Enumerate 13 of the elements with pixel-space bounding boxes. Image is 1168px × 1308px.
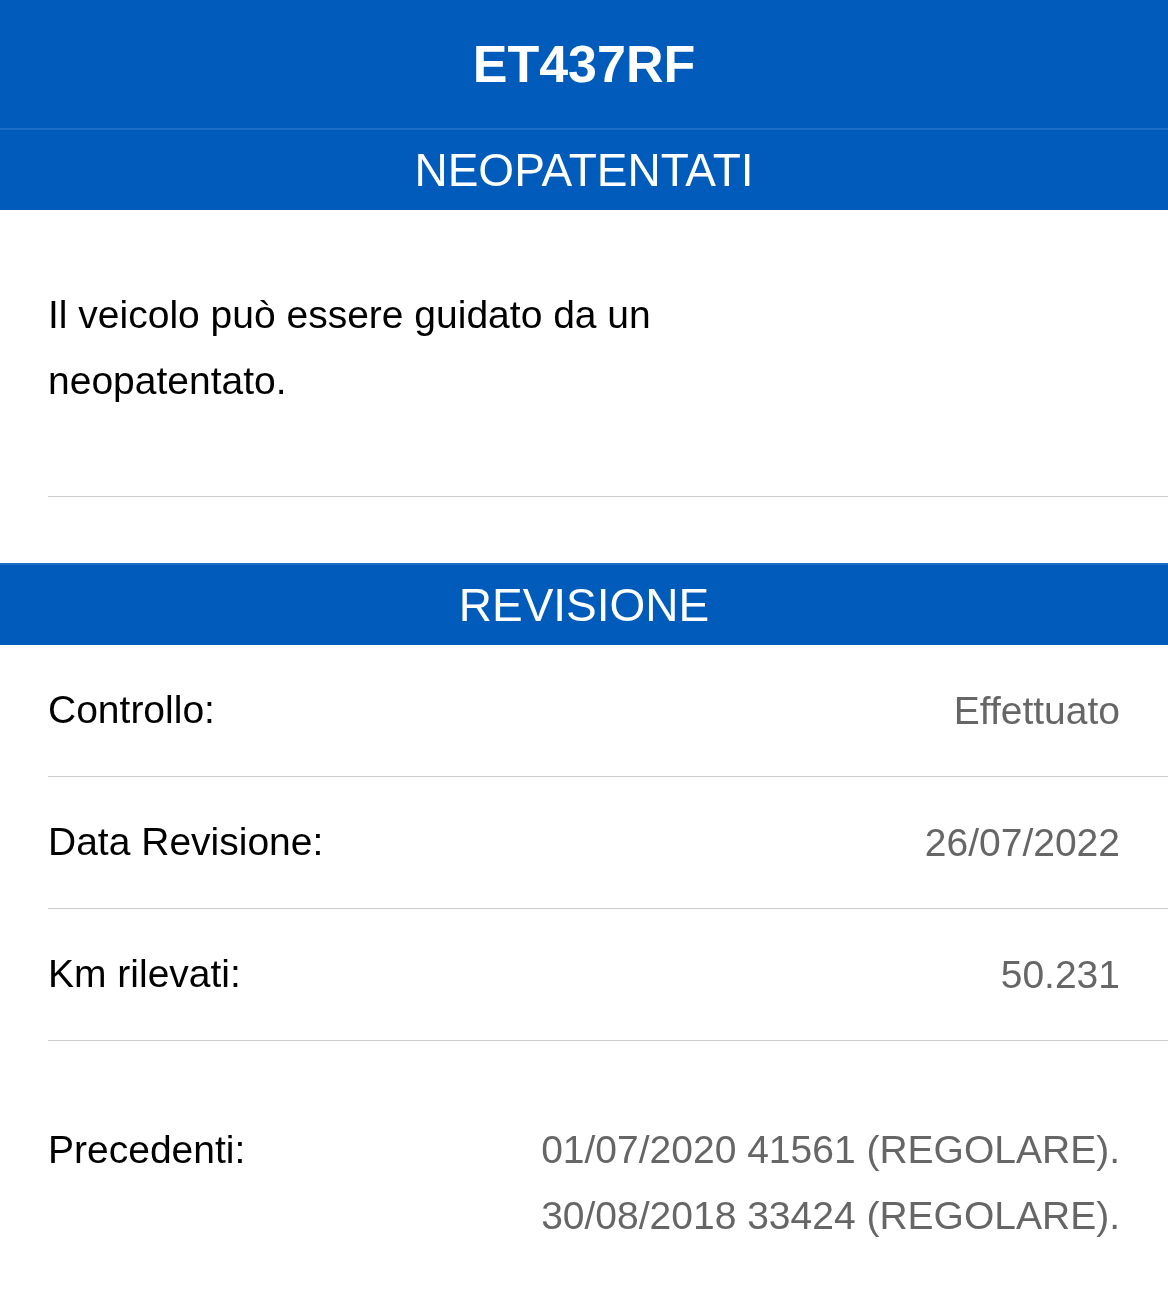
field-value: 50.231 — [1000, 951, 1120, 998]
field-value: 01/07/2020 41561 (REGOLARE). — [541, 1127, 1120, 1173]
field-value: 30/08/2018 33424 (REGOLARE). — [541, 1193, 1120, 1239]
field-label: Precedenti: — [48, 1127, 246, 1173]
field-value: 26/07/2022 — [924, 819, 1120, 866]
section-heading: NEOPATENTATI — [414, 142, 754, 198]
field-value: Effettuato — [953, 687, 1120, 734]
field-label: Km rilevati: — [48, 951, 241, 998]
info-paragraph: Il veicolo può essere guidato da un neopatentato. — [48, 292, 652, 404]
plate-title: ET437RF — [472, 34, 696, 95]
field-label: Controllo: — [48, 687, 215, 734]
section-heading: REVISIONE — [458, 577, 710, 633]
field-label: Data Revisione: — [48, 819, 324, 866]
